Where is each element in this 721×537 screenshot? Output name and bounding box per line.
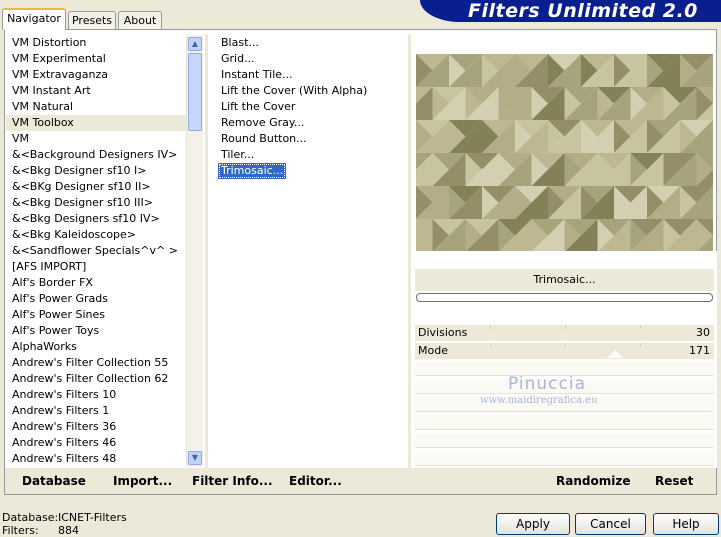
- category-list[interactable]: VM Distortion VM Experimental VM Extravaga…: [6, 35, 186, 467]
- category-scrollbar[interactable]: ▲ ▼: [186, 35, 203, 467]
- status-database-label: Database:: [2, 511, 59, 524]
- tab-navigator[interactable]: Navigator: [2, 8, 66, 30]
- category-item[interactable]: VM Distortion: [6, 35, 186, 51]
- status-filters: Filters: 884: [2, 524, 79, 537]
- category-item[interactable]: &<Background Designers IV>: [6, 147, 186, 163]
- filter-info-button[interactable]: Filter Info...: [192, 474, 273, 488]
- filter-item[interactable]: Blast...: [218, 35, 262, 51]
- category-item[interactable]: AlphaWorks: [6, 339, 186, 355]
- status-filters-value: 884: [58, 524, 79, 537]
- filter-item[interactable]: Lift the Cover: [218, 99, 298, 115]
- tab-about[interactable]: About: [118, 11, 162, 29]
- watermark-name: Pinuccia: [508, 374, 586, 394]
- param-value: 30: [696, 326, 710, 339]
- category-item[interactable]: VM Instant Art: [6, 83, 186, 99]
- category-item[interactable]: Andrew's Filters 1: [6, 403, 186, 419]
- param-empty-row[interactable]: [415, 451, 714, 466]
- import-button[interactable]: Import...: [113, 474, 172, 488]
- category-item[interactable]: &<Sandflower Specials^v^ >: [6, 243, 186, 259]
- category-item[interactable]: Andrew's Filters 36: [6, 419, 186, 435]
- category-item[interactable]: Andrew's Filters 46: [6, 435, 186, 451]
- category-item[interactable]: Andrew's Filters 10: [6, 387, 186, 403]
- param-label: Mode: [418, 344, 448, 357]
- randomize-button[interactable]: Randomize: [556, 474, 630, 488]
- filter-list[interactable]: Blast... Grid... Instant Tile... Lift the C…: [218, 35, 398, 179]
- category-item[interactable]: VM: [6, 131, 186, 147]
- category-item[interactable]: Andrew's Filter Collection 62: [6, 371, 186, 387]
- slider-thumb-icon[interactable]: [607, 350, 623, 358]
- param-divisions-slider[interactable]: Divisions 30: [415, 325, 714, 341]
- param-mode-slider[interactable]: Mode 171: [415, 343, 714, 359]
- category-item[interactable]: &<Bkg Designers sf10 IV>: [6, 211, 186, 227]
- status-database-value: ICNET-Filters: [58, 511, 127, 524]
- editor-button[interactable]: Editor...: [289, 474, 342, 488]
- category-item[interactable]: Andrew's Filter Collection 55: [6, 355, 186, 371]
- status-database: Database: ICNET-Filters: [2, 511, 127, 524]
- category-item[interactable]: VM Toolbox: [6, 115, 186, 131]
- watermark-site: www.maidiregrafica.eu: [480, 395, 598, 406]
- filter-preview-image: [416, 54, 713, 251]
- filter-name-label: Trimosaic...: [415, 269, 714, 291]
- category-item[interactable]: &<Bkg Kaleidoscope>: [6, 227, 186, 243]
- status-filters-label: Filters:: [2, 524, 39, 537]
- reset-button[interactable]: Reset: [655, 474, 693, 488]
- category-item[interactable]: &<Bkg Designer sf10 III>: [6, 195, 186, 211]
- filter-item[interactable]: Instant Tile...: [218, 67, 296, 83]
- category-item[interactable]: VM Extravaganza: [6, 67, 186, 83]
- progress-bar: [416, 293, 713, 302]
- category-item[interactable]: Alf's Power Toys: [6, 323, 186, 339]
- category-item[interactable]: Alf's Power Grads: [6, 291, 186, 307]
- filter-item[interactable]: Lift the Cover (With Alpha): [218, 83, 370, 99]
- param-value: 171: [689, 344, 710, 357]
- filter-item[interactable]: Remove Gray...: [218, 115, 307, 131]
- scroll-thumb[interactable]: [188, 53, 202, 131]
- category-item[interactable]: [AFS IMPORT]: [6, 259, 186, 275]
- category-item[interactable]: &<BKg Designer sf10 II>: [6, 179, 186, 195]
- filter-item[interactable]: Grid...: [218, 51, 258, 67]
- filter-item[interactable]: Tiler...: [218, 147, 257, 163]
- tab-presets[interactable]: Presets: [68, 11, 116, 29]
- category-item[interactable]: Alf's Border FX: [6, 275, 186, 291]
- category-item[interactable]: Andrew's Filters 48: [6, 451, 186, 467]
- app-title: Filters Unlimited 2.0: [468, 0, 698, 22]
- param-empty-row[interactable]: [415, 415, 714, 430]
- list-divider: [205, 34, 208, 468]
- param-empty-row[interactable]: [415, 433, 714, 448]
- filter-item[interactable]: Trimosaic...: [218, 163, 287, 179]
- filter-item[interactable]: Round Button...: [218, 131, 310, 147]
- param-label: Divisions: [418, 326, 468, 339]
- category-item[interactable]: VM Natural: [6, 99, 186, 115]
- category-item[interactable]: Alf's Power Sines: [6, 307, 186, 323]
- scroll-up-icon[interactable]: ▲: [188, 37, 202, 51]
- scroll-down-icon[interactable]: ▼: [188, 451, 202, 465]
- database-button[interactable]: Database: [22, 474, 86, 488]
- category-item[interactable]: &<Bkg Designer sf10 I>: [6, 163, 186, 179]
- category-item[interactable]: VM Experimental: [6, 51, 186, 67]
